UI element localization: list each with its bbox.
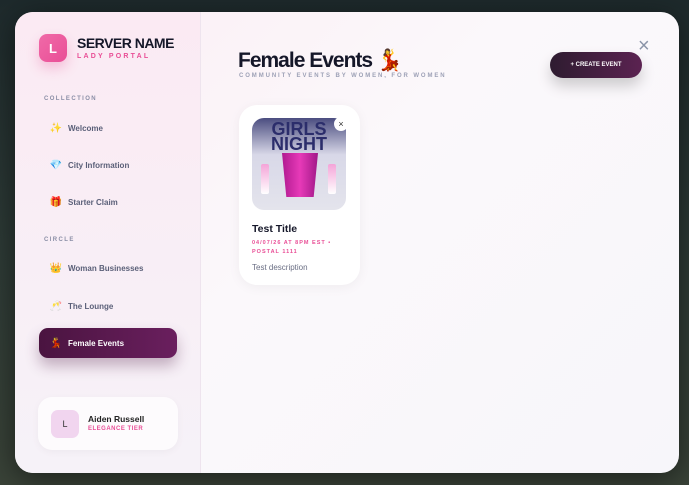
section-circle: CIRCLE	[44, 237, 75, 243]
sidebar-item-starter-claim[interactable]: 🎁 Starter Claim	[39, 187, 177, 217]
sidebar-item-woman-businesses[interactable]: 👑 Woman Businesses	[39, 253, 177, 283]
page-subtitle: COMMUNITY EVENTS BY WOMEN, FOR WOMEN	[239, 73, 447, 79]
avatar: L	[51, 410, 79, 438]
event-image-text: GIRLS NIGHT	[271, 119, 327, 154]
page-title: Female Events 💃	[238, 49, 403, 72]
sidebar-item-label: Welcome	[68, 123, 103, 133]
sidebar-item-welcome[interactable]: ✨ Welcome	[39, 113, 177, 143]
user-card[interactable]: L Aiden Russell ELEGANCE TIER	[38, 397, 178, 450]
event-image: GIRLS NIGHT	[252, 118, 346, 210]
sidebar-item-label: Starter Claim	[68, 197, 118, 207]
crown-icon: 👑	[49, 262, 63, 274]
sidebar-item-the-lounge[interactable]: 🥂 The Lounge	[39, 291, 177, 321]
sidebar-item-label: City Information	[68, 160, 130, 170]
portal-subtitle: LADY PORTAL	[77, 53, 151, 60]
dancer-icon: 💃	[49, 337, 63, 349]
event-title: Test Title	[252, 223, 298, 235]
create-event-button[interactable]: + CREATE EVENT	[550, 52, 642, 78]
sidebar-item-female-events[interactable]: 💃 Female Events	[39, 328, 177, 358]
sparkles-icon: ✨	[49, 122, 63, 134]
sidebar-item-label: Woman Businesses	[68, 263, 144, 273]
sidebar-item-label: Female Events	[68, 338, 125, 348]
remove-event-icon[interactable]: ×	[334, 117, 348, 131]
glass-shape	[328, 164, 336, 194]
gift-icon: 🎁	[49, 196, 63, 208]
event-card[interactable]: GIRLS NIGHT × Test Title 04/07/26 AT 8PM…	[239, 105, 360, 285]
sidebar: L SERVER NAME LADY PORTAL COLLECTION ✨ We…	[15, 12, 201, 473]
portal-window: L SERVER NAME LADY PORTAL COLLECTION ✨ We…	[15, 12, 679, 473]
sidebar-item-city-information[interactable]: 💎 City Information	[39, 150, 177, 180]
sidebar-item-label: The Lounge	[68, 301, 114, 311]
section-collection: COLLECTION	[44, 96, 97, 102]
champagne-icon: 🥂	[49, 300, 63, 312]
event-description: Test description	[252, 263, 308, 272]
user-tier: ELEGANCE TIER	[88, 426, 144, 432]
gem-icon: 💎	[49, 159, 63, 171]
logo: L	[39, 34, 67, 62]
event-meta: 04/07/26 AT 8PM EST • POSTAL 1111	[252, 240, 332, 255]
bucket-shape	[282, 153, 318, 197]
server-name: SERVER NAME	[77, 35, 174, 51]
glass-shape	[261, 164, 269, 194]
close-icon[interactable]: ×	[638, 36, 650, 56]
user-name: Aiden Russell	[88, 414, 145, 424]
